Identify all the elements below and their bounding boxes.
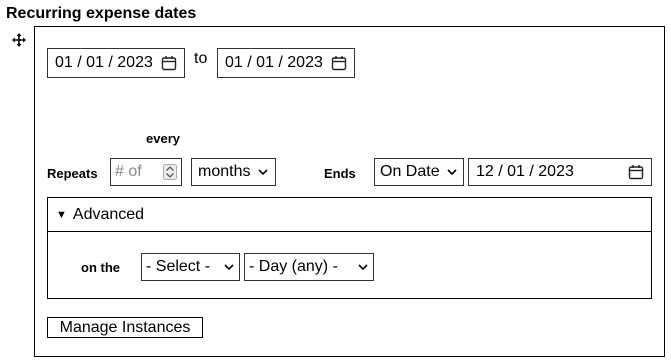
- chevron-down-icon: [224, 264, 234, 271]
- advanced-section: ▼ Advanced: [47, 197, 652, 299]
- calendar-icon[interactable]: [628, 164, 644, 180]
- chevron-down-icon: [447, 169, 457, 176]
- ends-select[interactable]: On Date: [374, 158, 464, 186]
- on-the-label: on the: [81, 260, 120, 275]
- spinner-icon[interactable]: [163, 164, 177, 180]
- disclosure-triangle-icon: ▼: [56, 208, 67, 221]
- repeat-count-input[interactable]: # of: [110, 158, 182, 186]
- end-date-input[interactable]: 01 / 01 / 2023: [217, 48, 355, 78]
- repeat-unit-select[interactable]: months: [191, 158, 276, 186]
- every-label: every: [146, 131, 180, 146]
- manage-instances-button[interactable]: Manage Instances: [47, 317, 203, 338]
- repeat-unit-value: months: [198, 163, 251, 180]
- occurrence-select[interactable]: - Select -: [141, 253, 240, 281]
- repeats-label: Repeats: [47, 166, 98, 181]
- ends-date-value: 12 / 01 / 2023: [476, 163, 574, 180]
- advanced-summary[interactable]: ▼ Advanced: [48, 198, 651, 232]
- occurrence-value: - Select -: [146, 258, 211, 275]
- ends-label: Ends: [324, 166, 356, 181]
- end-date-value: 01 / 01 / 2023: [225, 54, 323, 71]
- chevron-down-icon: [358, 264, 368, 271]
- ends-date-input[interactable]: 12 / 01 / 2023: [468, 158, 652, 186]
- day-select[interactable]: - Day (any) -: [244, 253, 374, 281]
- repeat-count-placeholder: # of: [115, 163, 142, 180]
- calendar-icon[interactable]: [331, 55, 347, 71]
- calendar-icon[interactable]: [161, 55, 177, 71]
- advanced-summary-label: Advanced: [72, 205, 145, 223]
- start-date-input[interactable]: 01 / 01 / 2023: [47, 48, 185, 78]
- move-icon[interactable]: [11, 32, 27, 48]
- day-value: - Day (any) -: [249, 258, 338, 275]
- section-title: Recurring expense dates: [6, 5, 197, 22]
- ends-value: On Date: [380, 163, 440, 180]
- start-date-value: 01 / 01 / 2023: [55, 54, 153, 71]
- to-label: to: [194, 50, 208, 67]
- chevron-down-icon: [258, 169, 268, 176]
